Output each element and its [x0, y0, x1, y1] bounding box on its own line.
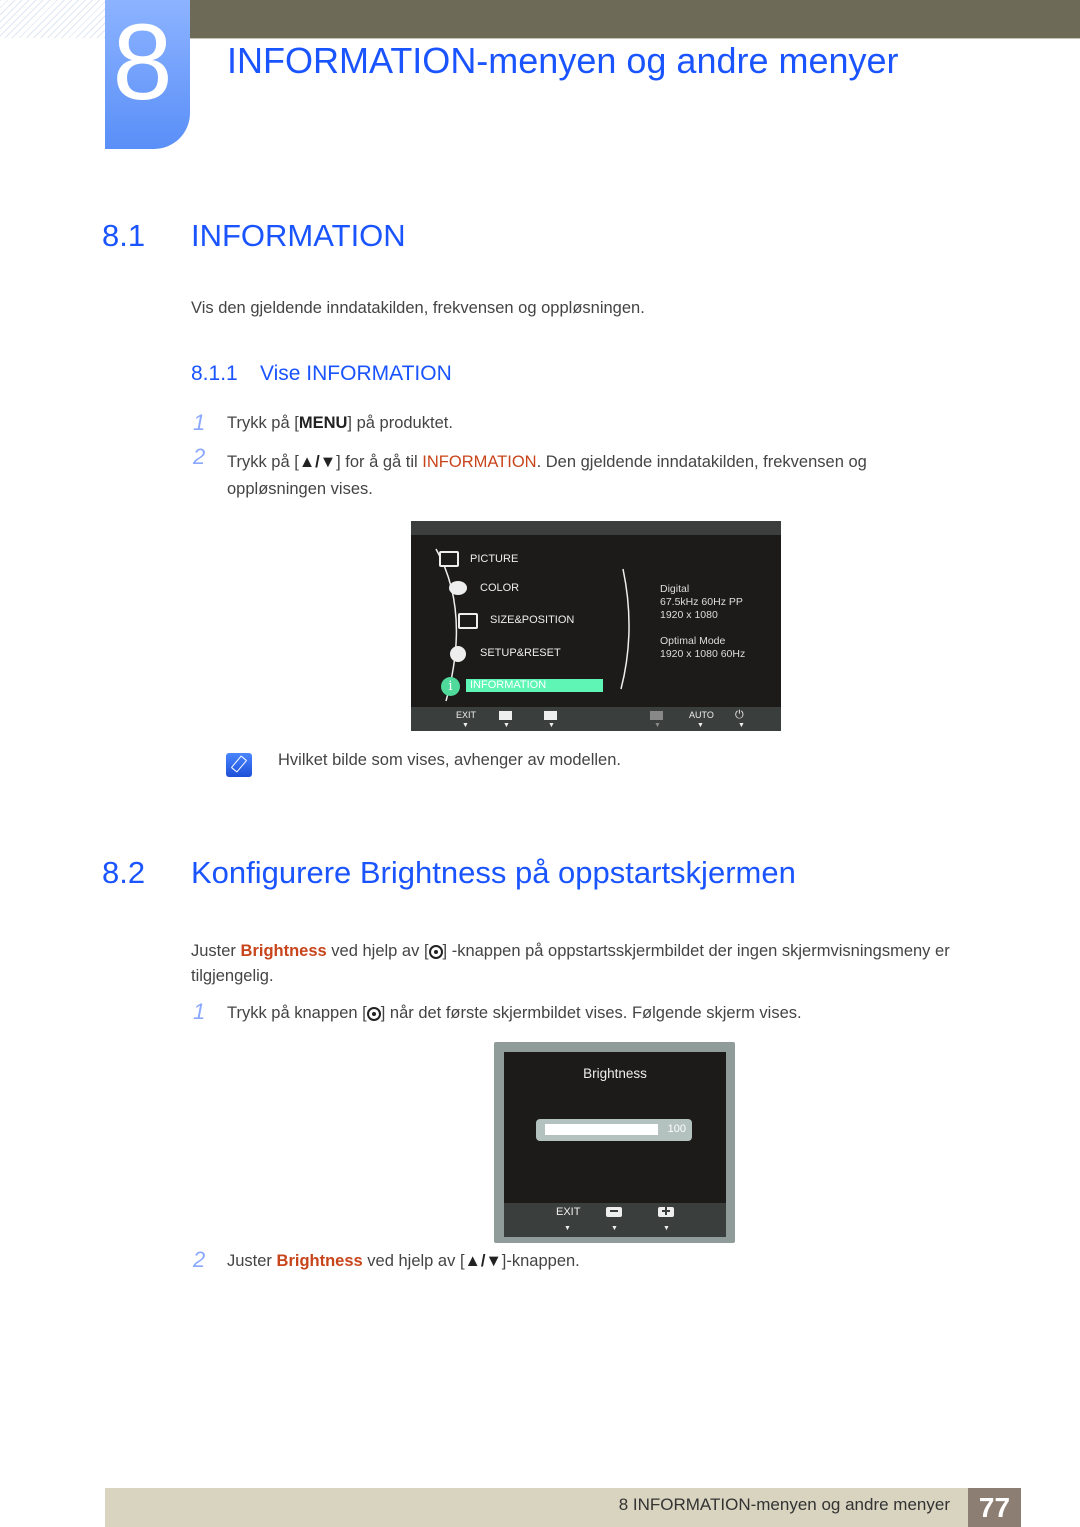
step-1-text: Trykk på [MENU] på produktet. [227, 414, 453, 432]
section-8-1-intro: Vis den gjeldende inndatakilden, frekven… [191, 299, 645, 317]
up-down-key: ▲/▼ [464, 1252, 502, 1270]
osd-up-button-icon [544, 711, 557, 720]
subsection-number: 8.1.1 [191, 362, 238, 385]
step-number: 1 [193, 410, 206, 435]
joystick-button-icon [366, 1007, 381, 1021]
header-bar [190, 0, 1080, 39]
plus-glyph-v [665, 1207, 667, 1215]
section-title: INFORMATION [191, 218, 406, 253]
section-8-2-step-2: Juster Brightness ved hjelp av [▲/▼]-kna… [227, 1252, 580, 1270]
osd-power-icon: ⏻ [735, 709, 744, 721]
osd-minus-button-icon [606, 1207, 622, 1217]
section-8-2-step-1: Trykk på knappen [] når det første skjer… [227, 1004, 802, 1022]
color-palette-icon [449, 581, 467, 595]
osd-menu-item-color: COLOR [480, 582, 520, 594]
highlight-brightness: Brightness [240, 942, 327, 960]
note-text: Hvilket bilde som vises, avhenger av mod… [278, 751, 621, 769]
osd-info-block: Digital 67.5kHz 60Hz PP 1920 x 1080 [660, 583, 743, 621]
osd-information-screen [411, 521, 781, 731]
osd-arrow-indicator: ▼ [564, 1225, 571, 1232]
osd-menu-item-picture: PICTURE [470, 553, 519, 565]
osd-source-button-icon [650, 711, 663, 720]
highlight-brightness: Brightness [276, 1252, 363, 1270]
osd-arrow-indicator: ▼ [503, 722, 510, 729]
osd-down-button-icon [499, 711, 512, 720]
setup-gear-icon [450, 646, 466, 662]
chapter-number: 8 [112, 1, 173, 122]
menu-key: MENU [298, 414, 348, 432]
subsection-8-1-1-heading: 8.1.1 Vise INFORMATION [191, 362, 591, 386]
osd-exit-label: EXIT [456, 710, 477, 720]
chapter-title: INFORMATION-menyen og andre menyer [227, 40, 899, 81]
osd-arrow-indicator: ▼ [611, 1225, 618, 1232]
step-number: 2 [193, 1247, 206, 1272]
section-number: 8.1 [102, 218, 146, 253]
osd-optimal-block: Optimal Mode 1920 x 1080 60Hz [660, 635, 746, 660]
up-down-key: ▲/▼ [298, 453, 337, 471]
note-pencil-icon [226, 753, 252, 777]
brightness-slider-fill [545, 1124, 658, 1135]
step-number: 1 [193, 999, 206, 1024]
subsection-title: Vise INFORMATION [260, 362, 452, 385]
osd-menu-item-size-position: SIZE&POSITION [490, 614, 575, 626]
footer-chapter-title: 8 INFORMATION-menyen og andre menyer [618, 1495, 950, 1514]
osd-arrow-indicator: ▼ [663, 1225, 670, 1232]
step-2-text: Trykk på [▲/▼] for å gå til INFORMATION.… [227, 453, 867, 498]
size-position-icon [458, 613, 478, 629]
osd-arrow-indicator: ▼ [738, 722, 745, 729]
picture-icon [439, 551, 459, 567]
highlight-information: INFORMATION [422, 453, 537, 471]
osd-auto-label: AUTO [689, 710, 714, 720]
osd-menu-item-setup-reset: SETUP&RESET [480, 647, 561, 659]
section-8-2-intro: Juster Brightness ved hjelp av [] -knapp… [191, 942, 950, 985]
minus-glyph [610, 1210, 618, 1212]
joystick-button-icon [428, 945, 443, 959]
osd-arrow-indicator: ▼ [654, 722, 661, 729]
brightness-slider: 100 [536, 1119, 692, 1141]
step-number: 2 [193, 444, 206, 469]
section-number: 8.2 [102, 855, 146, 890]
osd-arrow-indicator: ▼ [548, 722, 555, 729]
osd-brightness-title: Brightness [583, 1066, 647, 1081]
section-title: Konfigurere Brightness på oppstartskjerm… [191, 855, 796, 890]
header-hatch-decoration [0, 0, 105, 38]
page-number: 77 [968, 1488, 1021, 1527]
osd-menu-item-information-selected: INFORMATION [466, 679, 603, 692]
osd-arrow-indicator: ▼ [462, 722, 469, 729]
information-icon: i [441, 677, 460, 696]
brightness-value: 100 [667, 1123, 686, 1135]
osd-arrow-indicator: ▼ [697, 722, 704, 729]
osd-exit-label: EXIT [556, 1206, 581, 1218]
